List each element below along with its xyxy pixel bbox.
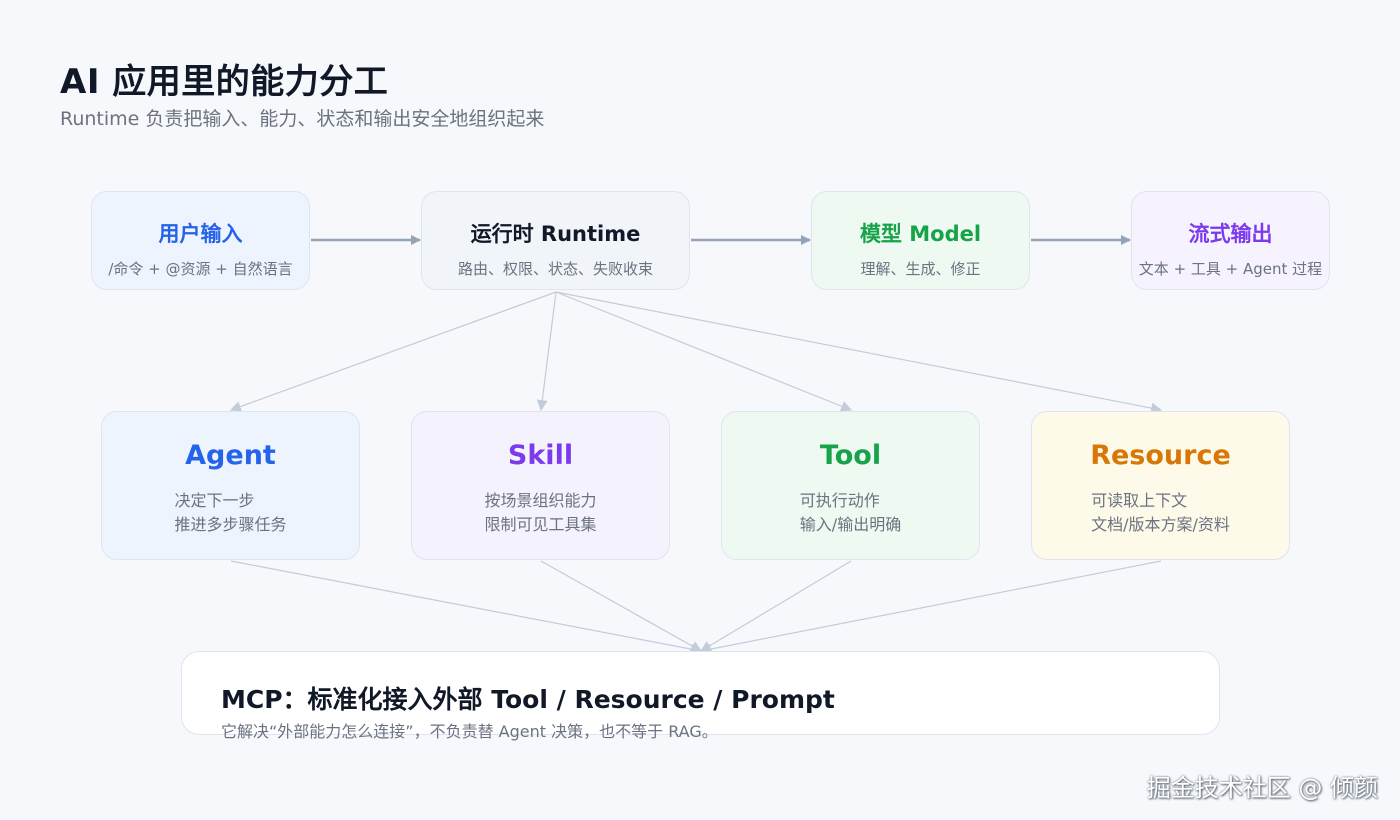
node-resource-desc: 可读取上下文 文档/版本方案/资料 (1091, 489, 1230, 537)
arrow-runtime-resource (555, 291, 1163, 414)
node-model-title: 模型 Model (859, 222, 982, 246)
node-stream-output-desc: 文本 + 工具 + Agent 过程 (1138, 260, 1323, 278)
node-tool-line1: 可执行动作 (799, 491, 880, 510)
node-runtime: 运行时 Runtime 路由、权限、状态、失败收束 (421, 191, 690, 290)
node-tool-desc: 可执行动作 输入/输出明确 (800, 489, 901, 537)
node-runtime-title: 运行时 Runtime (470, 222, 641, 246)
node-mcp-title: MCP：标准化接入外部 Tool / Resource / Prompt (221, 685, 835, 714)
node-agent-line2: 推进多步骤任务 (174, 515, 287, 534)
node-tool-title: Tool (819, 440, 882, 471)
node-resource-line2: 文档/版本方案/资料 (1091, 515, 1230, 534)
node-agent-desc: 决定下一步 推进多步骤任务 (174, 489, 286, 537)
arrow-agent-mcp (230, 560, 703, 655)
node-user-input-title: 用户输入 (158, 222, 243, 246)
node-skill-line2: 限制可见工具集 (484, 515, 597, 534)
arrow-runtime-agent (229, 291, 557, 412)
arrow-skill-mcp (540, 560, 702, 652)
node-skill: Skill 按场景组织能力 限制可见工具集 (411, 411, 670, 560)
node-model-desc: 理解、生成、修正 (860, 260, 981, 278)
watermark: 掘金技术社区 @ 倾颜 (1146, 774, 1378, 802)
node-user-input-desc: /命令 + @资源 + 自然语言 (108, 260, 293, 278)
node-skill-title: Skill (507, 440, 574, 471)
arrow-resource-mcp (699, 560, 1162, 655)
node-resource-line1: 可读取上下文 (1091, 491, 1188, 510)
node-tool: Tool 可执行动作 输入/输出明确 (721, 411, 980, 560)
node-user-input: 用户输入 /命令 + @资源 + 自然语言 (91, 191, 310, 290)
arrow-runtime-skill (536, 291, 557, 412)
arrow-runtime-tool (555, 291, 853, 412)
node-stream-output-title: 流式输出 (1188, 222, 1273, 246)
node-tool-line2: 输入/输出明确 (799, 515, 902, 534)
node-resource: Resource 可读取上下文 文档/版本方案/资料 (1031, 411, 1290, 560)
node-skill-line1: 按场景组织能力 (484, 491, 597, 510)
node-stream-output: 流式输出 文本 + 工具 + Agent 过程 (1131, 191, 1330, 290)
node-mcp-desc: 它解决“外部能力怎么连接”，不负责替 Agent 决策，也不等于 RAG。 (221, 722, 718, 741)
node-mcp: MCP：标准化接入外部 Tool / Resource / Prompt 它解决… (181, 651, 1220, 741)
node-agent: Agent 决定下一步 推进多步骤任务 (101, 411, 360, 560)
node-skill-desc: 按场景组织能力 限制可见工具集 (484, 489, 596, 537)
node-model: 模型 Model 理解、生成、修正 (811, 191, 1030, 290)
node-agent-line1: 决定下一步 (174, 491, 255, 510)
node-resource-title: Resource (1090, 440, 1231, 471)
node-agent-title: Agent (185, 440, 276, 471)
arrow-tool-mcp (700, 560, 852, 652)
node-runtime-desc: 路由、权限、状态、失败收束 (457, 260, 653, 278)
